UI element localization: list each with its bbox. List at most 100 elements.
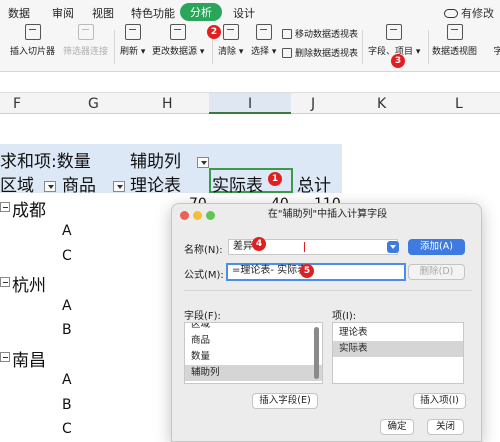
text-caret [304, 242, 305, 252]
step-badge-3: 3 [391, 54, 405, 68]
fields-items-icon [386, 24, 403, 40]
col-header-i[interactable]: I [248, 96, 252, 112]
fields-label: 字段(F): [184, 311, 221, 322]
item-label[interactable]: A [62, 372, 72, 388]
collapse-button[interactable] [0, 202, 10, 212]
move-pivot-button[interactable]: 移动数据透视表 [282, 27, 358, 40]
menu-view[interactable]: 视图 [92, 5, 114, 21]
insert-slicer-button[interactable]: 插入切片器 [10, 24, 55, 57]
clear-icon [222, 24, 239, 40]
insert-calculated-field-dialog: 在"辅助列"中插入计算字段 名称(N): 差异 4 添加(A) 公式(M): =… [171, 203, 482, 442]
item-label[interactable]: C [62, 248, 72, 264]
clear-button[interactable]: 清除 ▾ [218, 24, 243, 57]
refresh-label: 刷新 [120, 47, 139, 57]
pivot-total-label[interactable]: 总计 [297, 171, 331, 196]
clear-label: 清除 [218, 47, 237, 57]
collapse-button[interactable] [0, 277, 10, 287]
product-dropdown[interactable] [113, 181, 125, 192]
step-badge-4: 4 [252, 237, 266, 251]
pivot-chart-button[interactable]: 数据透视图 [432, 24, 477, 57]
name-label: 名称(N): [184, 245, 223, 256]
menu-special[interactable]: 特色功能 [131, 5, 175, 21]
group-label[interactable]: 杭州 [12, 271, 46, 296]
pivot-chart-icon [446, 24, 463, 40]
field-item[interactable]: 数量 [185, 349, 322, 365]
dialog-divider [184, 290, 472, 291]
ok-button[interactable]: 确定 [380, 419, 414, 435]
delete-button[interactable]: 删除(D) [408, 264, 465, 280]
more-button[interactable]: 字 [490, 24, 500, 57]
fields-scrollbar[interactable] [314, 327, 319, 379]
ribbon-divider [114, 30, 115, 64]
menu-review[interactable]: 审阅 [52, 5, 74, 21]
step-badge-1: 1 [268, 172, 282, 186]
item-label[interactable]: A [62, 223, 72, 239]
region-dropdown[interactable] [44, 181, 56, 192]
item-label[interactable]: B [62, 322, 72, 338]
formula-value: =理论表- 实际表 [232, 265, 308, 276]
ribbon-divider [362, 30, 363, 64]
insert-field-button[interactable]: 插入字段(E) [252, 393, 318, 409]
change-source-label: 更改数据源 [152, 47, 198, 57]
field-item-selected[interactable]: 辅助列 [185, 365, 322, 381]
move-pivot-label: 移动数据透视表 [295, 30, 359, 40]
changes-label: 有修改 [461, 7, 494, 20]
ribbon-divider [428, 30, 429, 64]
filter-connection-icon [77, 24, 94, 40]
item-label[interactable]: B [62, 397, 72, 413]
pivot-actual-label[interactable]: 实际表 [212, 171, 263, 196]
items-listbox[interactable]: 理论表 实际表 [332, 322, 464, 384]
insert-slicer-label: 插入切片器 [10, 47, 56, 57]
field-item[interactable]: 区域 [185, 323, 322, 333]
col-header-g[interactable]: G [88, 96, 99, 112]
pivot-region-label[interactable]: 区域 [0, 171, 34, 196]
step-badge-2: 2 [207, 25, 221, 39]
step-badge-5: 5 [300, 264, 314, 278]
col-header-l[interactable]: L [455, 96, 463, 112]
delete-pivot-button[interactable]: 删除数据透视表 [282, 46, 358, 59]
field-item[interactable]: 商品 [185, 333, 322, 349]
move-pivot-icon [282, 29, 292, 39]
select-label: 选择 [251, 47, 270, 57]
col-header-j[interactable]: J [311, 96, 315, 112]
col-header-f[interactable]: F [13, 96, 21, 112]
pivot-aux-col-label[interactable]: 辅助列 [130, 147, 181, 172]
col-header-k[interactable]: K [377, 96, 386, 112]
filter-connection-button[interactable]: 筛选器连接 [63, 24, 108, 57]
ribbon-toolbar: 插入切片器 筛选器连接 刷新 ▾ 更改数据源 ▾ 清除 ▾ 选择 ▾ 移动数据透… [0, 22, 500, 72]
items-label: 项(I): [332, 311, 357, 322]
fields-listbox[interactable]: 区域 商品 数量 辅助列 [184, 322, 323, 384]
name-value: 差异 [233, 241, 253, 252]
item-entry-selected[interactable]: 实际表 [333, 341, 463, 357]
dialog-title: 在"辅助列"中插入计算字段 [267, 209, 388, 220]
fields-items-label: 字段、项目 [368, 47, 414, 57]
col-header-h[interactable]: H [162, 96, 173, 112]
insert-item-button[interactable]: 插入项(I) [413, 393, 466, 409]
change-source-button[interactable]: 更改数据源 ▾ [152, 24, 204, 57]
menu-data[interactable]: 数据 [8, 5, 30, 21]
formula-input[interactable]: =理论表- 实际表 [226, 263, 406, 281]
pivot-sum-label[interactable]: 求和项:数量 [0, 147, 91, 172]
menu-bar: 数据 审阅 视图 特色功能 分析 设计 有修改 [0, 0, 500, 22]
group-label[interactable]: 南昌 [12, 346, 46, 371]
group-label[interactable]: 成都 [12, 196, 46, 221]
fields-items-button[interactable]: 字段、项目 ▾ [368, 24, 420, 57]
menu-analyze[interactable]: 分析 [180, 3, 222, 21]
filter-connection-label: 筛选器连接 [63, 47, 109, 57]
menu-design[interactable]: 设计 [233, 5, 255, 21]
pivot-chart-label: 数据透视图 [432, 47, 478, 57]
aux-col-dropdown[interactable] [197, 157, 209, 168]
item-label[interactable]: C [62, 421, 72, 437]
pivot-theory-label[interactable]: 理论表 [130, 171, 181, 196]
item-entry[interactable]: 理论表 [333, 325, 463, 341]
select-button[interactable]: 选择 ▾ [251, 24, 276, 57]
add-button[interactable]: 添加(A) [408, 239, 465, 255]
changes-status[interactable]: 有修改 [444, 5, 494, 21]
item-label[interactable]: A [62, 298, 72, 314]
collapse-button[interactable] [0, 352, 10, 362]
pivot-product-label[interactable]: 商品 [62, 171, 96, 196]
refresh-button[interactable]: 刷新 ▾ [120, 24, 145, 57]
name-dropdown-icon[interactable] [387, 241, 399, 253]
more-label: 字 [493, 47, 500, 57]
close-button[interactable]: 关闭 [427, 419, 464, 435]
